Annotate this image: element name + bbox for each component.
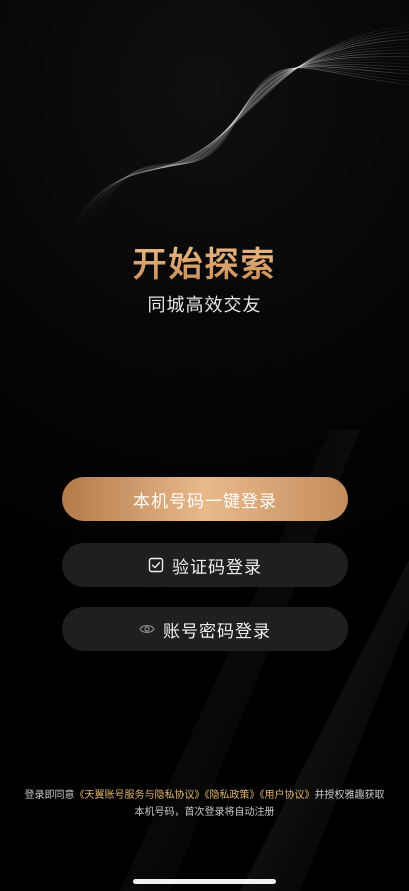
- legal-agreement-text: 登录即同意《天翼账号服务与隐私协议》《隐私政策》《用户协议》并授权雅趣获取本机号…: [20, 787, 389, 821]
- legal-prefix: 登录即同意: [24, 790, 75, 801]
- password-login-button[interactable]: 账号密码登录: [62, 607, 348, 651]
- page-subtitle: 同城高效交友: [147, 295, 262, 316]
- page-headline: 开始探索: [0, 237, 409, 286]
- sms-code-login-button[interactable]: 验证码登录: [62, 543, 348, 587]
- decorative-wave-lines: [59, 24, 409, 891]
- eye-icon: [139, 623, 155, 635]
- one-click-login-label: 本机号码一键登录: [133, 491, 277, 512]
- checkbox-message-icon: [148, 557, 164, 573]
- privacy-policy-link[interactable]: 《隐私政策》: [205, 790, 260, 801]
- one-click-login-button[interactable]: 本机号码一键登录: [62, 477, 348, 521]
- sms-code-login-label: 验证码登录: [172, 557, 262, 578]
- tianyi-terms-link[interactable]: 《天翼账号服务与隐私协议》: [75, 790, 205, 801]
- login-screen: 开始探索 同城高效交友 本机号码一键登录 验证码登录 账号密码登录 登录即同意《…: [0, 0, 409, 891]
- home-indicator[interactable]: [133, 879, 276, 884]
- user-agreement-link[interactable]: 《用户协议》: [260, 790, 315, 801]
- password-login-label: 账号密码登录: [163, 621, 271, 642]
